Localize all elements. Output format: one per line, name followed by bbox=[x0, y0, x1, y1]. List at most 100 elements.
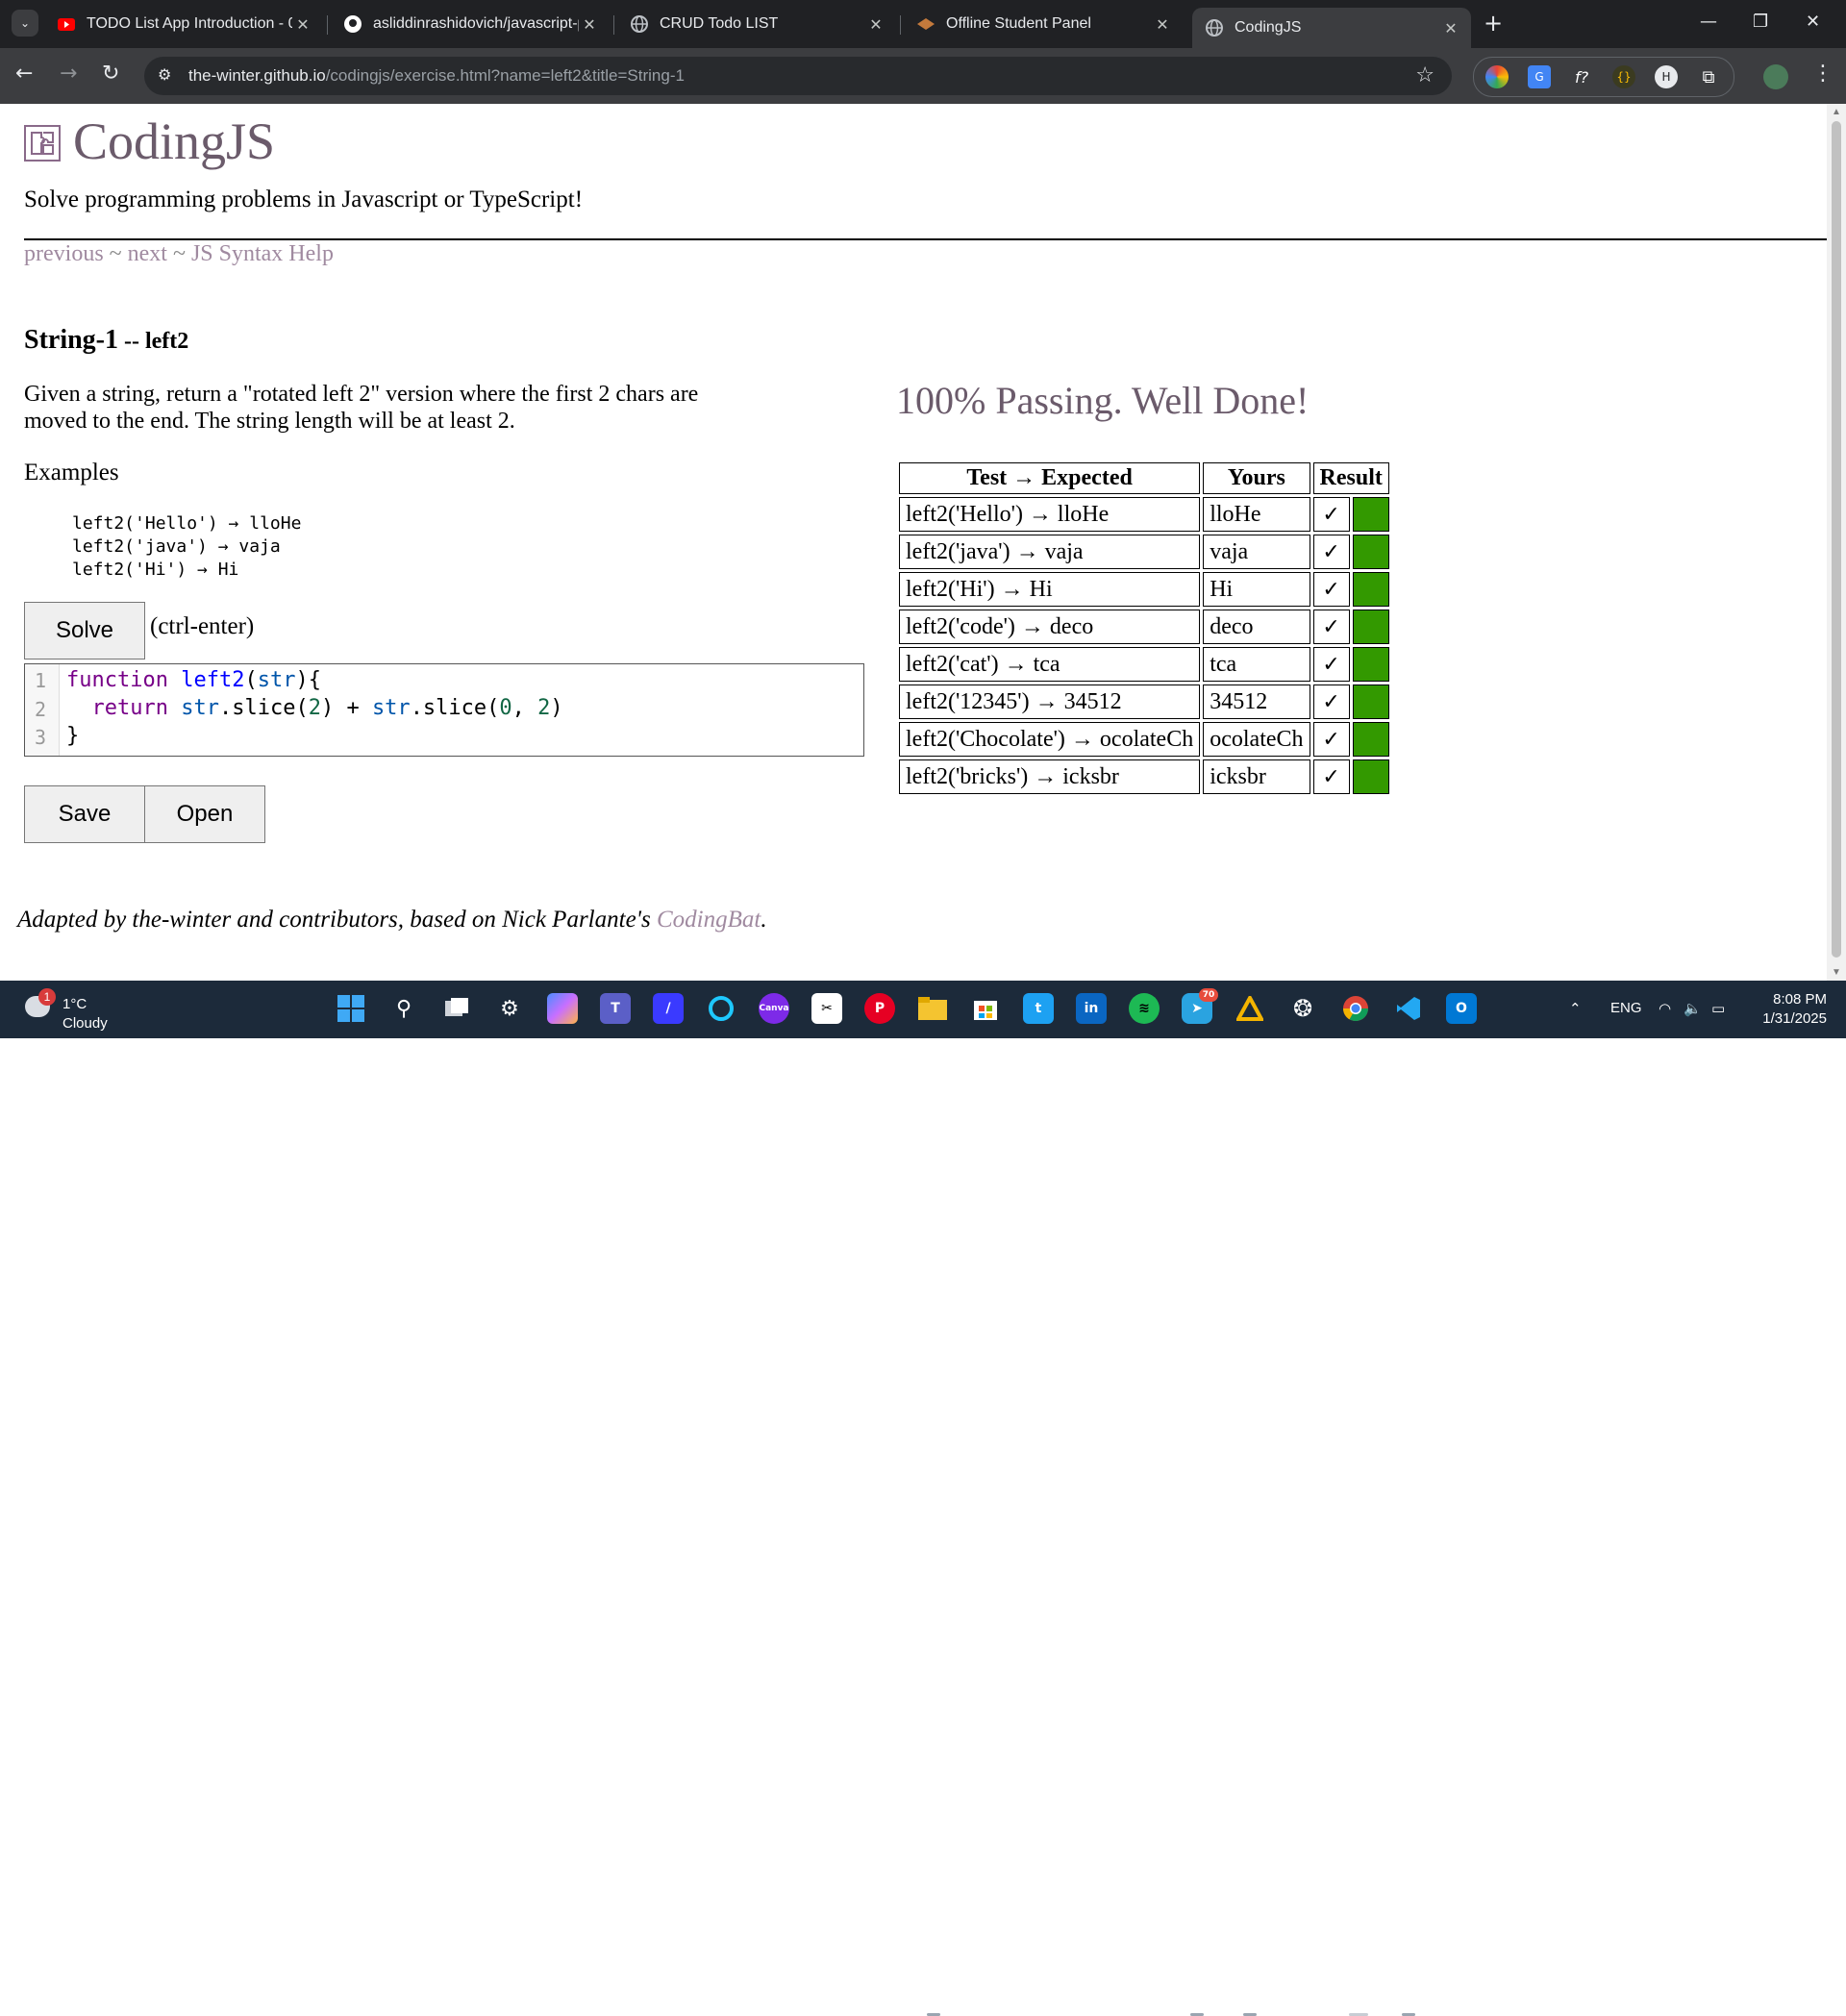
new-tab-button[interactable]: + bbox=[1484, 10, 1503, 37]
open-button[interactable]: Open bbox=[144, 785, 265, 843]
back-icon[interactable]: ← bbox=[15, 62, 33, 86]
battery-icon[interactable]: ▭ bbox=[1711, 1000, 1725, 1017]
tab-student-panel[interactable]: Offline Student Panel ✕ bbox=[904, 8, 1183, 40]
wifi-icon[interactable]: ◠ bbox=[1659, 1000, 1671, 1017]
check-icon: ✓ bbox=[1312, 610, 1350, 644]
canva-icon[interactable]: Canva bbox=[759, 993, 789, 1024]
json-icon[interactable]: {} bbox=[1612, 65, 1635, 88]
color-extension-icon[interactable] bbox=[1485, 65, 1509, 88]
settings-gear-icon[interactable]: ⚙ bbox=[494, 993, 525, 1024]
close-tab-icon[interactable]: ✕ bbox=[292, 15, 313, 34]
code-line[interactable]: function left2(str){ bbox=[66, 668, 321, 692]
solve-shortcut-hint: (ctrl-enter) bbox=[150, 613, 255, 639]
results-table: Test → Expected Yours Result left2('Hell… bbox=[896, 460, 1392, 797]
tab-todo-video[interactable]: TODO List App Introduction - 0 ✕ bbox=[44, 8, 323, 40]
divider bbox=[24, 238, 1827, 240]
site-info-icon[interactable]: ⚙ bbox=[158, 65, 171, 84]
browser-tab-bar: ⌄ TODO List App Introduction - 0 ✕ aslid… bbox=[0, 0, 1846, 48]
headers-icon[interactable]: H bbox=[1655, 65, 1678, 88]
exercise-description: Given a string, return a "rotated left 2… bbox=[24, 382, 699, 434]
pen-app-icon[interactable]: / bbox=[653, 993, 684, 1024]
tab-title: Offline Student Panel bbox=[946, 15, 1091, 32]
check-icon: ✓ bbox=[1312, 684, 1350, 719]
volume-icon[interactable]: 🔈 bbox=[1684, 1000, 1702, 1017]
chrome-icon[interactable] bbox=[1340, 993, 1371, 1024]
previous-link[interactable]: previous bbox=[24, 241, 104, 266]
file-explorer-icon[interactable] bbox=[917, 993, 948, 1024]
windows-start-icon[interactable] bbox=[336, 993, 366, 1024]
table-row: left2('bricks') → icksbr icksbr ✓ bbox=[899, 759, 1389, 794]
teams-icon[interactable]: T bbox=[600, 993, 631, 1024]
formula-icon[interactable]: f? bbox=[1570, 65, 1593, 88]
pass-indicator bbox=[1352, 535, 1389, 569]
language-indicator[interactable]: ENG bbox=[1610, 1000, 1642, 1016]
url-text[interactable]: the-winter.github.io/codingjs/exercise.h… bbox=[188, 66, 685, 86]
close-window-icon[interactable]: ✕ bbox=[1806, 12, 1820, 32]
alexa-icon[interactable] bbox=[706, 993, 736, 1024]
table-row: left2('java') → vaja vaja ✓ bbox=[899, 535, 1389, 569]
page-scrollbar[interactable]: ▲ ▼ bbox=[1827, 104, 1846, 981]
code-line[interactable]: return str.slice(2) + str.slice(0, 2) bbox=[66, 696, 563, 720]
close-tab-icon[interactable]: ✕ bbox=[1152, 15, 1173, 34]
pinterest-icon[interactable]: P bbox=[864, 993, 895, 1024]
drive-icon[interactable] bbox=[1235, 993, 1265, 1024]
reload-icon[interactable]: ↻ bbox=[102, 62, 119, 86]
clock-time: 8:08 PM bbox=[1773, 991, 1827, 1008]
tab-search-button[interactable]: ⌄ bbox=[12, 10, 38, 37]
close-tab-icon[interactable]: ✕ bbox=[865, 15, 886, 34]
task-view-icon[interactable] bbox=[441, 993, 472, 1024]
copilot-icon[interactable] bbox=[547, 993, 578, 1024]
chevron-up-icon[interactable]: ⌃ bbox=[1569, 1000, 1582, 1017]
example-line: left2('java') → vaja bbox=[72, 536, 281, 557]
menu-icon[interactable]: ⋮ bbox=[1812, 62, 1834, 86]
pass-indicator bbox=[1352, 610, 1389, 644]
scrollbar-thumb[interactable] bbox=[1832, 121, 1841, 958]
solve-button[interactable]: Solve bbox=[24, 602, 145, 660]
address-bar[interactable]: ⚙ the-winter.github.io/codingjs/exercise… bbox=[144, 57, 1452, 95]
clock[interactable]: 8:08 PM 1/31/2025 bbox=[1750, 990, 1827, 1029]
close-tab-icon[interactable]: ✕ bbox=[579, 15, 600, 34]
linkedin-icon[interactable]: in bbox=[1076, 993, 1107, 1024]
translate-icon[interactable]: G bbox=[1528, 65, 1551, 88]
capcut-icon[interactable]: ✂ bbox=[811, 993, 842, 1024]
spotify-icon[interactable]: ≋ bbox=[1129, 993, 1160, 1024]
search-icon[interactable]: ⚲ bbox=[388, 993, 419, 1024]
restore-icon[interactable]: ❐ bbox=[1753, 12, 1768, 32]
forward-icon[interactable]: → bbox=[60, 62, 77, 86]
minimize-icon[interactable]: — bbox=[1700, 12, 1717, 32]
vscode-icon[interactable] bbox=[1393, 993, 1424, 1024]
browser-toolbar: ← → ↻ ⚙ the-winter.github.io/codingjs/ex… bbox=[0, 48, 1846, 104]
bookmark-star-icon[interactable]: ☆ bbox=[1415, 63, 1434, 87]
tab-github-repo[interactable]: asliddinrashidovich/javascript-p ✕ bbox=[331, 8, 610, 40]
tab-separator bbox=[613, 15, 614, 35]
check-icon: ✓ bbox=[1312, 572, 1350, 607]
js-syntax-help-link[interactable]: JS Syntax Help bbox=[191, 241, 334, 266]
pass-indicator bbox=[1352, 722, 1389, 757]
tab-codingjs[interactable]: CodingJS ✕ bbox=[1192, 8, 1471, 48]
outlook-icon[interactable]: O bbox=[1446, 993, 1477, 1024]
save-button[interactable]: Save bbox=[24, 785, 145, 843]
chatgpt-icon[interactable]: ❂ bbox=[1287, 993, 1318, 1024]
tab-title: asliddinrashidovich/javascript-p bbox=[373, 15, 579, 32]
notification-badge: 1 bbox=[38, 988, 56, 1006]
avatar[interactable] bbox=[1763, 64, 1788, 89]
github-icon bbox=[344, 15, 362, 33]
puzzle-icon[interactable]: ⧉ bbox=[1697, 65, 1720, 88]
weather-temp: 1°C bbox=[62, 996, 87, 1012]
tab-separator bbox=[900, 15, 901, 35]
codingbat-link[interactable]: CodingBat bbox=[657, 907, 761, 933]
line-number: 3 bbox=[35, 726, 47, 749]
scroll-down-icon[interactable]: ▼ bbox=[1832, 967, 1841, 978]
next-link[interactable]: next bbox=[128, 241, 167, 266]
code-editor[interactable]: 1 2 3 function left2(str){ return str.sl… bbox=[24, 663, 864, 757]
check-icon: ✓ bbox=[1312, 535, 1350, 569]
twitter-icon[interactable]: t bbox=[1023, 993, 1054, 1024]
tab-crud-todo[interactable]: CRUD Todo LIST ✕ bbox=[617, 8, 896, 40]
table-row: left2('12345') → 34512 34512 ✓ bbox=[899, 684, 1389, 719]
close-tab-icon[interactable]: ✕ bbox=[1440, 19, 1461, 37]
store-icon[interactable] bbox=[970, 993, 1001, 1024]
scroll-up-icon[interactable]: ▲ bbox=[1832, 107, 1841, 117]
pass-indicator bbox=[1352, 497, 1389, 532]
code-line[interactable]: } bbox=[66, 724, 79, 748]
check-icon: ✓ bbox=[1312, 647, 1350, 682]
